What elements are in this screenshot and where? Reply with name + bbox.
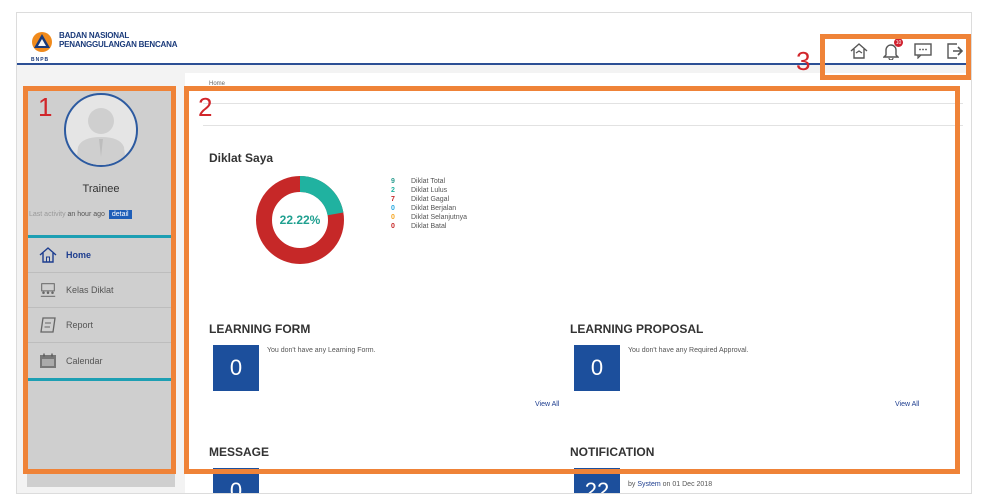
last-activity-prefix: Last activity xyxy=(29,211,66,218)
org-abbreviation: BNPB xyxy=(31,57,50,63)
legend-row: 9 Diklat Total xyxy=(391,177,467,186)
org-name-line2: PENANGGULANGAN BENCANA xyxy=(59,40,178,49)
diklat-legend: 9 Diklat Total 2 Diklat Lulus 7 Diklat Gagal 0… xyxy=(391,177,467,231)
last-activity: Last activity an hour ago detail xyxy=(29,210,175,219)
learning-proposal-count[interactable]: 0 xyxy=(574,345,620,391)
org-name-line1: BADAN NASIONAL xyxy=(59,31,130,40)
sidebar: Trainee Last activity an hour ago detail… xyxy=(27,87,175,487)
sidebar-item-label: Kelas Diklat xyxy=(66,285,114,295)
legend-row: 2 Diklat Lulus xyxy=(391,186,467,195)
legend-label: Diklat Lulus xyxy=(411,187,448,194)
legend-row: 0 Diklat Selanjutnya xyxy=(391,213,467,222)
diklat-donut-chart: 22.22% xyxy=(256,176,344,264)
legend-row: 0 Diklat Batal xyxy=(391,222,467,231)
legend-value: 9 xyxy=(391,178,395,185)
legend-label: Diklat Berjalan xyxy=(411,205,457,212)
annotation-label-1: 1 xyxy=(38,92,53,122)
message-title: MESSAGE xyxy=(209,445,270,459)
app-frame: BADAN NASIONAL PENANGGULANGAN BENCANA BN… xyxy=(16,12,972,494)
sidebar-item-calendar[interactable]: Calendar xyxy=(27,343,175,378)
diklat-title: Diklat Saya xyxy=(209,151,274,165)
breadcrumb[interactable]: Home xyxy=(209,81,225,87)
user-role: Trainee xyxy=(82,183,120,195)
by-user-link[interactable]: System xyxy=(637,481,660,488)
user-silhouette-icon xyxy=(76,108,126,165)
learning-form-title: LEARNING FORM xyxy=(209,322,311,336)
sidebar-item-label: Report xyxy=(66,320,94,330)
top-header: BADAN NASIONAL PENANGGULANGAN BENCANA BN… xyxy=(17,13,971,65)
learning-form-view-all-link[interactable]: View All xyxy=(535,401,559,408)
bnpb-logo[interactable]: BADAN NASIONAL PENANGGULANGAN BENCANA xyxy=(31,31,177,57)
legend-row: 0 Diklat Berjalan xyxy=(391,204,467,213)
sidebar-item-home[interactable]: Home xyxy=(27,238,175,273)
legend-label: Diklat Selanjutnya xyxy=(411,214,468,221)
legend-label: Diklat Gagal xyxy=(411,196,450,203)
legend-label: Diklat Batal xyxy=(411,223,447,230)
message-count[interactable]: 0 xyxy=(213,468,259,493)
donut-percent-label: 22.22% xyxy=(280,213,321,227)
logo-emblem-icon xyxy=(31,31,53,57)
notification-by-line: by System on 01 Dec 2018 xyxy=(628,481,712,488)
learning-proposal-view-all-link[interactable]: View All xyxy=(895,401,919,408)
logo-text: BADAN NASIONAL PENANGGULANGAN BENCANA xyxy=(59,31,177,49)
sidebar-item-label: Home xyxy=(66,250,92,260)
by-date: on 01 Dec 2018 xyxy=(662,481,713,488)
annotation-label-2: 2 xyxy=(198,92,213,122)
learning-form-empty-message: You don't have any Learning Form. xyxy=(267,347,376,354)
home-icon[interactable] xyxy=(849,41,869,61)
detail-button[interactable]: detail xyxy=(108,210,132,219)
bell-icon[interactable]: 10 xyxy=(881,38,903,61)
notification-count[interactable]: 22 xyxy=(574,468,620,493)
legend-value: 0 xyxy=(391,223,395,230)
header-icons: 10 xyxy=(849,38,965,61)
chat-icon[interactable] xyxy=(913,41,933,61)
divider xyxy=(203,125,963,126)
classroom-icon xyxy=(39,281,57,299)
main-content: Home Diklat Saya 22.22% 9 Diklat Total 2 Di… xyxy=(185,73,971,493)
annotation-label-3: 3 xyxy=(796,46,811,76)
sidebar-item-kelas-diklat[interactable]: Kelas Diklat xyxy=(27,273,175,308)
notification-badge: 10 xyxy=(894,38,903,47)
sidebar-nav: Home Kelas Diklat Report Calendar xyxy=(27,235,175,381)
home-outline-icon xyxy=(39,246,57,264)
by-prefix: by xyxy=(628,481,636,488)
sidebar-item-report[interactable]: Report xyxy=(27,308,175,343)
legend-value: 7 xyxy=(391,196,395,203)
legend-label: Diklat Total xyxy=(411,178,446,185)
report-icon xyxy=(39,316,57,334)
sidebar-item-label: Calendar xyxy=(66,355,103,366)
learning-form-count[interactable]: 0 xyxy=(213,345,259,391)
avatar[interactable] xyxy=(64,93,138,167)
legend-value: 0 xyxy=(391,205,395,212)
legend-row: 7 Diklat Gagal xyxy=(391,195,467,204)
legend-value: 0 xyxy=(391,214,395,221)
divider xyxy=(203,103,963,104)
legend-value: 2 xyxy=(391,187,395,194)
logout-icon[interactable] xyxy=(945,41,965,61)
learning-proposal-empty-message: You don't have any Required Approval. xyxy=(628,347,749,354)
notification-title: NOTIFICATION xyxy=(570,445,655,459)
calendar-icon xyxy=(39,352,57,370)
last-activity-time: an hour ago xyxy=(67,211,105,218)
learning-proposal-title: LEARNING PROPOSAL xyxy=(570,322,704,336)
